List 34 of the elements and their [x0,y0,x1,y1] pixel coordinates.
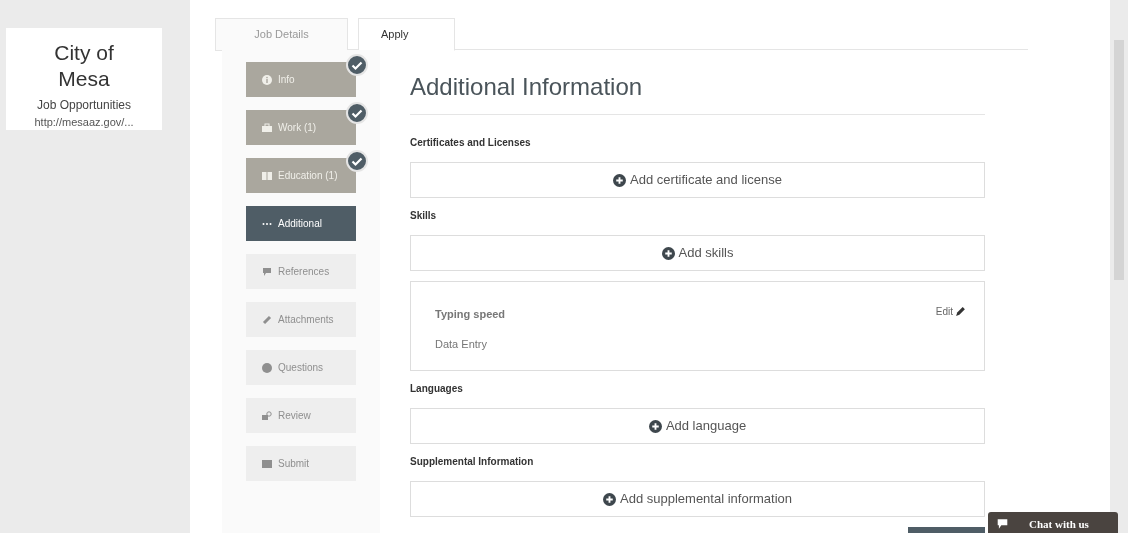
info-icon [262,74,272,85]
step-button[interactable]: Info [246,62,356,97]
briefcase-icon [262,122,272,133]
plus-circle-icon [603,492,616,506]
pencil-icon [955,306,966,317]
tab[interactable]: Apply [358,18,455,51]
add-button[interactable]: Add skills [410,235,985,271]
organization-subtitle: Job Opportunities [36,97,132,114]
add-button[interactable]: Add language [410,408,985,444]
section-title: Languages [410,382,464,396]
plus-circle-icon [613,173,627,187]
skill-detail: Data Entry [435,336,487,352]
step-button[interactable]: Work (1) [246,110,356,145]
speech-bubble-icon [262,266,272,277]
section-title: Skills [410,209,438,223]
page-heading: Additional Information [410,72,644,102]
edit-button[interactable]: Edit [935,304,966,319]
skill-name: Typing speed [435,307,506,322]
plus-circle-icon [661,246,675,260]
organization-url: http://mesaaz.gov/... [34,115,134,130]
tab[interactable]: Job Details [215,18,348,51]
chat-label: Chat with us [1029,516,1089,532]
add-button[interactable]: Add supplemental information [410,481,985,517]
organization-name: City of [54,40,114,66]
step-button[interactable]: Education (1) [246,158,356,193]
add-button[interactable]: Add certificate and license [410,162,985,198]
organization-name: Mesa [58,66,110,92]
step-button[interactable]: Additional [246,206,356,241]
section-title: Certificates and Licenses [410,136,532,150]
plus-circle-icon [648,419,662,433]
speech-bubble-icon [996,518,1009,530]
chat-widget[interactable]: Chat with us [988,512,1118,533]
book-icon [262,170,272,181]
section-title: Supplemental Information [410,455,535,469]
